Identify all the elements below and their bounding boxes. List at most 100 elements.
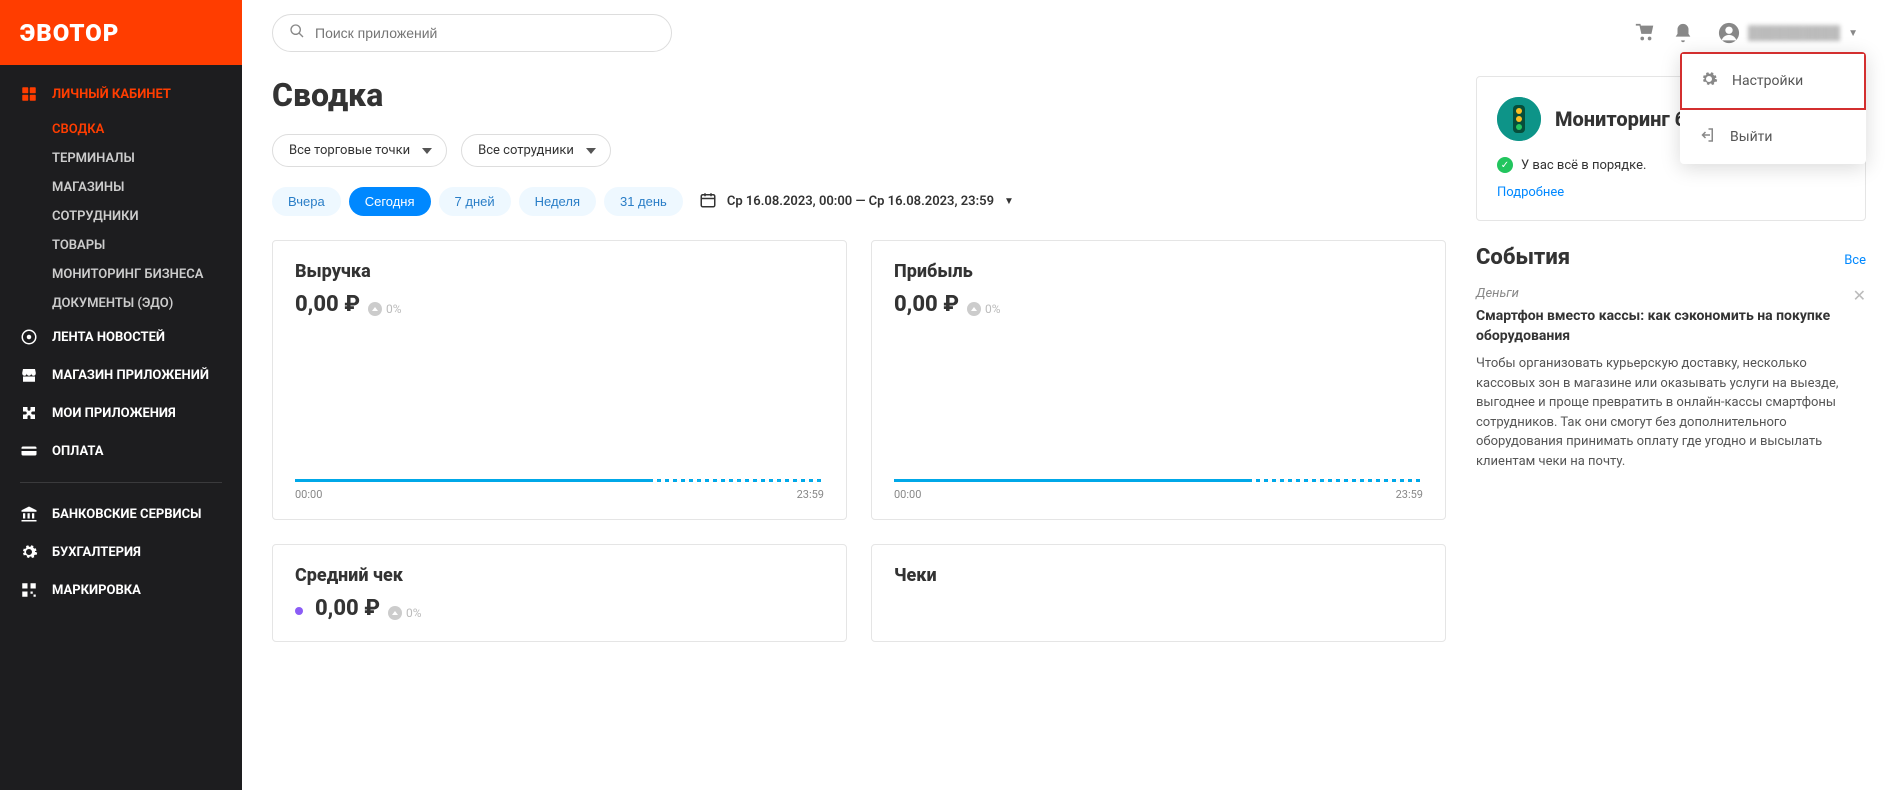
event-category: Деньги <box>1476 286 1846 301</box>
sidebar-label: МАГАЗИН ПРИЛОЖЕНИЙ <box>52 368 209 383</box>
sidebar-news[interactable]: ЛЕНТА НОВОСТЕЙ <box>0 318 242 356</box>
card-title: Прибыль <box>894 261 1423 282</box>
cards-row-1: Выручка 0,00 ₽ 0% <box>272 240 1446 520</box>
menu-item-label: Настройки <box>1732 73 1803 89</box>
close-icon[interactable]: ✕ <box>1853 286 1866 305</box>
card-profit: Прибыль 0,00 ₽ 0% <box>871 240 1446 520</box>
sidebar-label: ЛЕНТА НОВОСТЕЙ <box>52 330 165 345</box>
topbar: ██████████ ▼ <box>242 0 1896 66</box>
qr-icon <box>20 581 38 599</box>
card-icon <box>20 442 38 460</box>
date-range-picker[interactable]: Ср 16.08.2023, 00:00 — Ср 16.08.2023, 23… <box>699 191 1014 213</box>
card-value: 0,00 ₽ <box>894 292 959 317</box>
sidebar-app-store[interactable]: МАГАЗИН ПРИЛОЖЕНИЙ <box>0 356 242 394</box>
gear-icon <box>1700 70 1718 92</box>
card-value: 0,00 ₽ <box>295 292 360 317</box>
chart-labels: 00:00 23:59 <box>295 488 824 501</box>
time-end: 23:59 <box>1396 488 1423 501</box>
menu-item-logout[interactable]: Выйти <box>1680 110 1866 164</box>
sidebar-sub-monitoring[interactable]: МОНИТОРИНГ БИЗНЕСА <box>0 260 242 289</box>
content: Сводка Все торговые точки Все сотрудники… <box>242 66 1896 696</box>
card-delta: 0% <box>368 302 402 316</box>
card-delta: 0% <box>388 606 422 620</box>
card-avg-check: Средний чек 0,00 ₽ 0% <box>272 544 847 642</box>
bell-icon[interactable] <box>1672 22 1694 44</box>
period-31days[interactable]: 31 день <box>604 187 683 216</box>
monitoring-more-link[interactable]: Подробнее <box>1497 185 1564 200</box>
event-body: Чтобы организовать курьерскую доставку, … <box>1476 354 1846 471</box>
main-area: ██████████ ▼ Настройки Выйти Сводка <box>242 0 1896 790</box>
time-end: 23:59 <box>797 488 824 501</box>
filter-points-select[interactable]: Все торговые точки <box>272 134 447 167</box>
card-value: 0,00 ₽ <box>315 596 380 621</box>
sidebar-personal-cabinet[interactable]: ЛИЧНЫЙ КАБИНЕТ <box>0 65 242 115</box>
sidebar-sub-terminals[interactable]: ТЕРМИНАЛЫ <box>0 144 242 173</box>
sidebar-label: БАНКОВСКИЕ СЕРВИСЫ <box>52 507 201 522</box>
chart-line <box>295 479 824 482</box>
cards-row-2: Средний чек 0,00 ₽ 0% Чеки <box>272 544 1446 642</box>
search-input[interactable] <box>315 25 655 41</box>
sidebar-label: МАРКИРОВКА <box>52 583 141 598</box>
period-row: Вчера Сегодня 7 дней Неделя 31 день Ср 1… <box>272 187 1446 216</box>
menu-item-label: Выйти <box>1730 129 1773 145</box>
time-start: 00:00 <box>894 488 921 501</box>
sidebar-payment[interactable]: ОПЛАТА <box>0 432 242 470</box>
chart-area: 00:00 23:59 <box>894 479 1423 501</box>
status-text: У вас всё в порядке. <box>1521 158 1646 173</box>
menu-item-settings[interactable]: Настройки <box>1680 52 1866 110</box>
search-icon <box>289 23 305 43</box>
sidebar-sub-goods[interactable]: ТОВАРЫ <box>0 231 242 260</box>
sidebar-label: МОИ ПРИЛОЖЕНИЯ <box>52 406 176 421</box>
events-all-link[interactable]: Все <box>1844 253 1866 268</box>
sidebar-sub-summary[interactable]: СВОДКА <box>0 115 242 144</box>
filter-staff-select[interactable]: Все сотрудники <box>461 134 611 167</box>
sidebar-accounting[interactable]: БУХГАЛТЕРИЯ <box>0 533 242 571</box>
calendar-icon <box>699 191 717 213</box>
chevron-down-icon: ▼ <box>1004 196 1014 207</box>
sidebar: ЭВОТОР ЛИЧНЫЙ КАБИНЕТ СВОДКА ТЕРМИНАЛЫ М… <box>0 0 242 790</box>
chart-area: 00:00 23:59 <box>295 479 824 501</box>
card-value-row: 0,00 ₽ 0% <box>295 596 824 621</box>
sidebar-marking[interactable]: МАРКИРОВКА <box>0 571 242 609</box>
user-account-chip[interactable]: ██████████ ▼ <box>1710 18 1866 48</box>
event-item: ✕ Деньги Смартфон вместо кассы: как сэко… <box>1476 286 1866 471</box>
logo[interactable]: ЭВОТОР <box>0 0 242 65</box>
sidebar-my-apps[interactable]: МОИ ПРИЛОЖЕНИЯ <box>0 394 242 432</box>
card-checks: Чеки <box>871 544 1446 642</box>
period-week[interactable]: Неделя <box>519 187 596 216</box>
page-title: Сводка <box>272 76 1446 114</box>
period-today[interactable]: Сегодня <box>349 187 431 216</box>
events-head: События Все <box>1476 245 1866 270</box>
sidebar-label: ОПЛАТА <box>52 444 104 459</box>
event-title: Смартфон вместо кассы: как сэкономить на… <box>1476 307 1846 346</box>
dashboard-icon <box>20 85 38 103</box>
content-main: Сводка Все торговые точки Все сотрудники… <box>272 76 1446 666</box>
sidebar-sub-stores[interactable]: МАГАЗИНЫ <box>0 173 242 202</box>
search-box[interactable] <box>272 14 672 52</box>
content-side: Мониторинг бизнеса ✓ У вас всё в порядке… <box>1476 76 1866 666</box>
sidebar-sub-staff[interactable]: СОТРУДНИКИ <box>0 202 242 231</box>
period-yesterday[interactable]: Вчера <box>272 187 341 216</box>
sidebar-sub-documents[interactable]: ДОКУМЕНТЫ (ЭДО) <box>0 289 242 318</box>
cart-icon[interactable] <box>1634 22 1656 44</box>
sidebar-label: БУХГАЛТЕРИЯ <box>52 545 141 560</box>
user-dropdown-menu: Настройки Выйти <box>1680 52 1866 164</box>
chart-line <box>894 479 1423 482</box>
traffic-light-icon <box>1497 97 1541 141</box>
trend-icon <box>967 302 981 316</box>
trend-icon <box>368 302 382 316</box>
card-title: Средний чек <box>295 565 824 586</box>
filters-row: Все торговые точки Все сотрудники <box>272 134 1446 167</box>
sidebar-label: ЛИЧНЫЙ КАБИНЕТ <box>52 87 171 102</box>
check-icon: ✓ <box>1497 157 1513 173</box>
time-start: 00:00 <box>295 488 322 501</box>
card-title: Чеки <box>894 565 1423 586</box>
period-7days[interactable]: 7 дней <box>439 187 511 216</box>
card-revenue: Выручка 0,00 ₽ 0% <box>272 240 847 520</box>
user-name: ██████████ <box>1748 25 1840 41</box>
sidebar-divider <box>20 482 222 483</box>
puzzle-icon <box>20 404 38 422</box>
legend-dot-icon <box>295 607 303 615</box>
gear-icon <box>20 543 38 561</box>
sidebar-banking[interactable]: БАНКОВСКИЕ СЕРВИСЫ <box>0 495 242 533</box>
